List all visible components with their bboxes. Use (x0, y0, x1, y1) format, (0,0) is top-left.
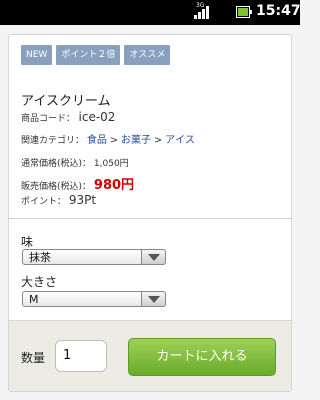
badge-list: NEW ポイント２倍 オススメ (21, 45, 171, 65)
clock: 15:47 (256, 3, 301, 19)
quantity-input[interactable]: 1 (55, 340, 107, 372)
flavor-select[interactable]: 抹茶 (22, 249, 166, 265)
sale-price-row: 販売価格(税込)： 980円 (21, 174, 134, 193)
product-name: アイスクリーム (21, 94, 111, 109)
badge-new: NEW (21, 45, 53, 65)
points-value: 93Pt (68, 193, 97, 207)
flavor-selected-value: 抹茶 (29, 251, 51, 264)
badge-double-points: ポイント２倍 (56, 45, 121, 65)
category-separator: > (153, 135, 163, 146)
dropdown-arrow-icon[interactable] (141, 249, 166, 265)
signal-icon (194, 6, 209, 19)
product-code-value: ice-02 (78, 110, 116, 124)
cart-area: 数量 1 カートに入れる (9, 320, 291, 391)
product-card: NEW ポイント２倍 オススメ アイスクリーム 商品コード： ice-02 関連… (8, 34, 292, 392)
category-label: 関連カテゴリ： (21, 136, 85, 146)
sale-price-label: 販売価格(税込)： (21, 182, 92, 192)
badge-recommended: オススメ (124, 45, 171, 65)
points-row: ポイント： 93Pt (21, 193, 96, 207)
regular-price-label: 通常価格(税込)： (21, 159, 92, 169)
dropdown-arrow-icon[interactable] (141, 291, 166, 307)
regular-price: 1,050円 (93, 159, 129, 169)
quantity-label: 数量 (21, 351, 46, 365)
category-link-ice[interactable]: アイス (165, 135, 195, 146)
divider (9, 218, 291, 219)
category-separator: > (109, 135, 119, 146)
category-link-sweets[interactable]: お菓子 (121, 135, 151, 146)
product-code-row: 商品コード： ice-02 (21, 110, 115, 124)
sale-price: 980円 (93, 178, 135, 193)
add-to-cart-button[interactable]: カートに入れる (128, 338, 276, 376)
size-selected-value: M (29, 293, 39, 306)
battery-icon (236, 6, 252, 18)
points-label: ポイント： (21, 197, 67, 207)
size-select[interactable]: M (22, 291, 166, 307)
flavor-label: 味 (21, 235, 34, 249)
size-label: 大きさ (21, 275, 58, 289)
regular-price-row: 通常価格(税込)： 1,050円 (21, 156, 129, 169)
product-code-label: 商品コード： (21, 114, 76, 124)
status-bar: 3G 15:47 (0, 0, 301, 25)
category-link-food[interactable]: 食品 (87, 135, 107, 146)
category-breadcrumb: 関連カテゴリ： 食品 > お菓子 > アイス (21, 131, 195, 146)
